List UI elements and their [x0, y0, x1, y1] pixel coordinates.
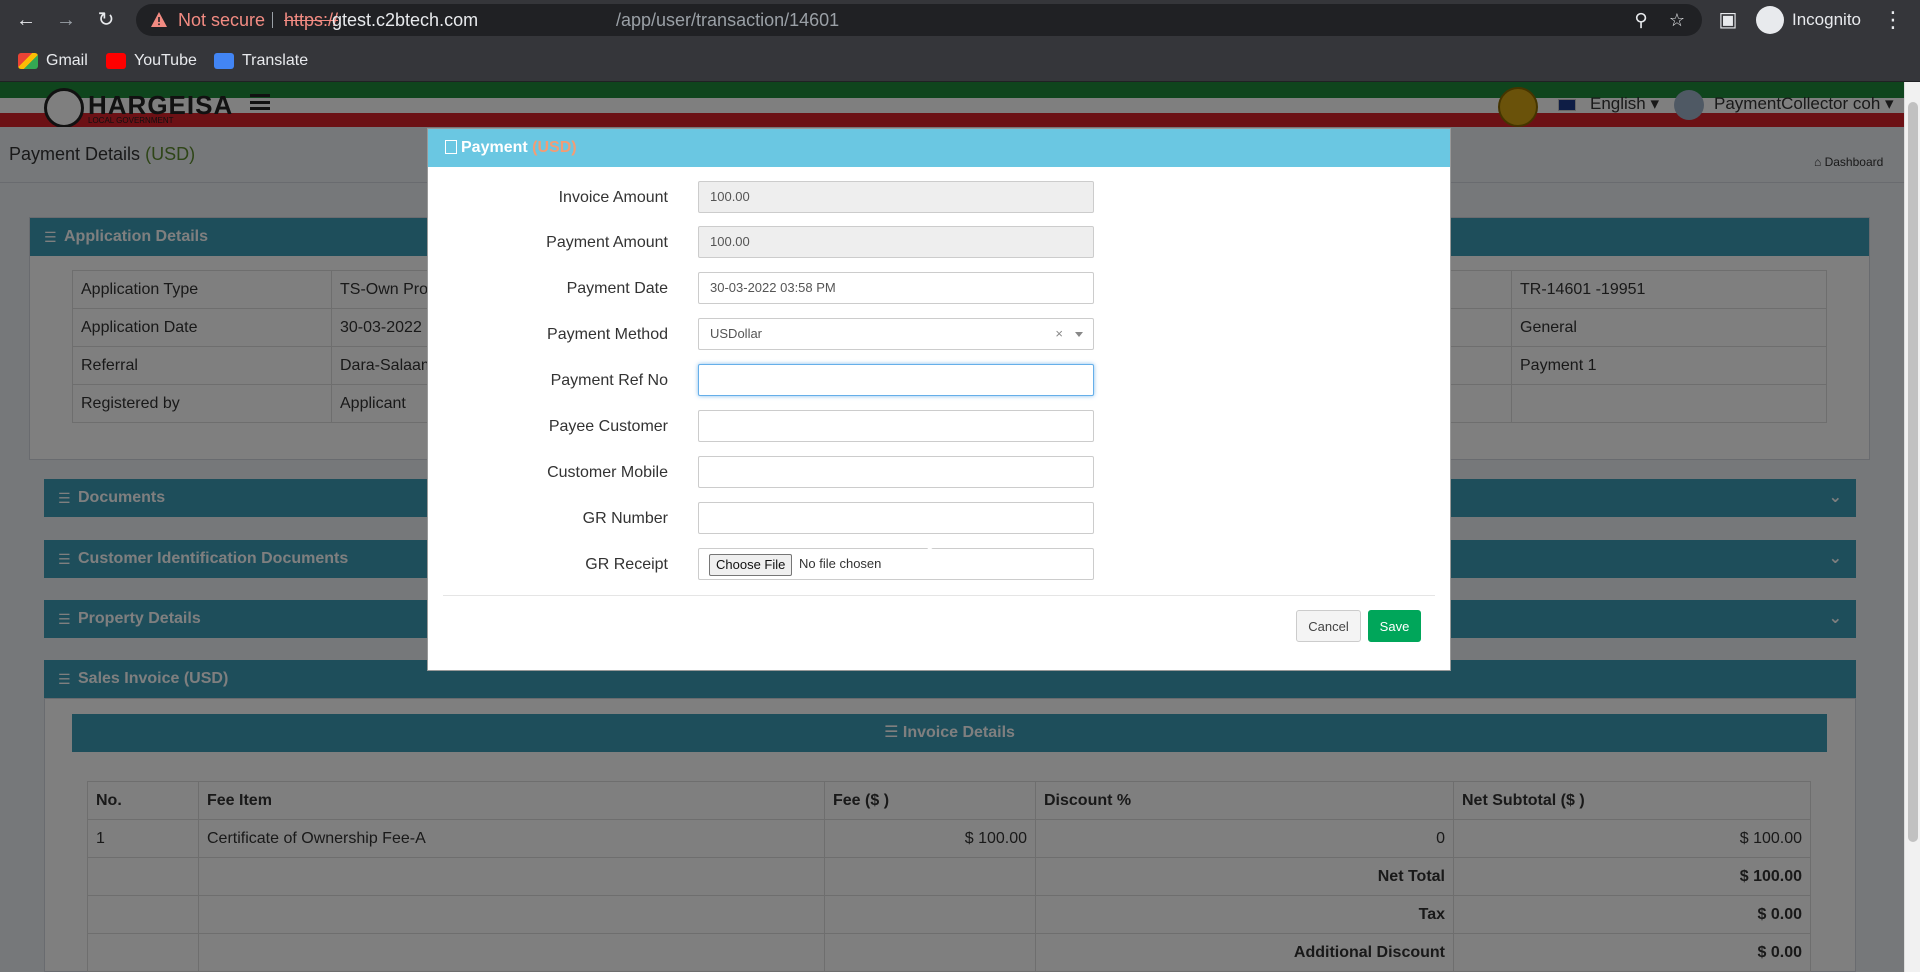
payment-date-field[interactable]: 30-03-2022 03:58 PM [698, 272, 1094, 304]
cancel-button[interactable]: Cancel [1296, 610, 1361, 642]
modal-header: Payment (USD) [428, 129, 1450, 167]
bookmark-translate[interactable]: Translate [214, 40, 308, 82]
payment-method-label: Payment Method [547, 326, 668, 343]
url-path: /app/user/transaction/14601 [616, 10, 840, 30]
url-scheme: https:// [284, 10, 339, 30]
forward-icon[interactable]: → [52, 6, 80, 34]
payee-customer-input[interactable] [698, 410, 1094, 442]
reload-icon[interactable]: ↻ [92, 6, 120, 34]
modal-footer-divider [443, 595, 1435, 596]
gmail-icon [18, 52, 38, 69]
incognito-icon[interactable] [1756, 6, 1784, 34]
payment-method-select[interactable]: USDollar × [698, 318, 1094, 350]
payment-amount-field: 100.00 [698, 226, 1094, 258]
incognito-label: Incognito [1792, 10, 1861, 29]
choose-file-button[interactable]: Choose File [709, 554, 793, 576]
modal-title: Payment [461, 139, 528, 156]
customer-mobile-label: Customer Mobile [547, 464, 668, 481]
back-icon[interactable]: ← [12, 6, 40, 34]
address-bar[interactable]: Not secure https:// gtest.c2btech.com /a… [136, 4, 1702, 36]
modal-currency: (USD) [532, 139, 577, 156]
scrollbar-thumb[interactable] [1908, 102, 1918, 842]
gr-number-label: GR Number [582, 510, 668, 527]
translate-icon [214, 52, 234, 69]
checkbox-icon [445, 140, 457, 154]
payment-ref-label: Payment Ref No [550, 372, 668, 389]
payment-method-value: USDollar [710, 326, 763, 341]
youtube-icon [106, 52, 126, 69]
gr-number-input[interactable] [698, 502, 1094, 534]
file-status: No file chosen [799, 556, 882, 571]
gr-receipt-file-input[interactable]: Choose File No file chosen [698, 548, 1094, 580]
clear-icon[interactable]: × [1055, 319, 1063, 349]
page-scrollbar[interactable] [1904, 82, 1920, 972]
save-button[interactable]: Save [1368, 610, 1421, 642]
payee-customer-label: Payee Customer [548, 418, 668, 435]
bookmark-label: Gmail [46, 52, 88, 69]
bookmark-star-icon[interactable]: ☆ [1666, 9, 1688, 31]
bookmark-label: YouTube [134, 52, 197, 69]
not-secure-label[interactable]: Not secure [178, 4, 265, 36]
warning-icon [151, 12, 167, 27]
url-host: gtest.c2btech.com [332, 10, 479, 30]
customer-mobile-input[interactable] [698, 456, 1094, 488]
browser-menu-icon[interactable]: ⋮ [1882, 0, 1904, 40]
bookmarks-bar: Gmail YouTube Translate [0, 40, 1920, 82]
invoice-amount-field: 100.00 [698, 181, 1094, 213]
caret-down-icon[interactable] [1075, 332, 1083, 337]
invoice-amount-label: Invoice Amount [558, 189, 668, 206]
payment-modal: Payment (USD) Invoice Amount 100.00 Paym… [427, 128, 1451, 671]
omnibox-separator [272, 12, 273, 28]
bookmark-youtube[interactable]: YouTube [106, 40, 197, 82]
payment-ref-input[interactable] [698, 364, 1094, 396]
zoom-icon[interactable]: ⚲ [1630, 9, 1652, 31]
gr-receipt-label: GR Receipt [585, 556, 668, 573]
side-panel-icon[interactable]: ▣ [1714, 6, 1742, 34]
browser-toolbar: ← → ↻ Not secure https:// gtest.c2btech.… [0, 0, 1920, 40]
bookmark-gmail[interactable]: Gmail [18, 40, 88, 82]
payment-date-label: Payment Date [566, 280, 668, 297]
bookmark-label: Translate [242, 52, 309, 69]
payment-amount-label: Payment Amount [546, 234, 668, 251]
